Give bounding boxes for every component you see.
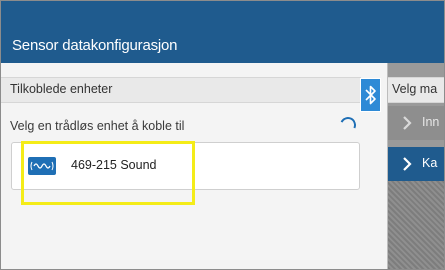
bluetooth-icon: [365, 85, 376, 105]
nav-item-ka[interactable]: Ka: [388, 147, 444, 181]
device-name: 469-215 Sound: [71, 158, 157, 172]
nav-item-inn[interactable]: Inn: [388, 106, 444, 140]
chevron-right-icon: [403, 116, 412, 130]
selection-panel-header: Velg ma: [388, 77, 444, 103]
nav-item-label: Inn: [422, 115, 440, 129]
nav-item-label: Ka: [422, 156, 438, 170]
connected-devices-header: Tilkoblede enheter: [1, 77, 361, 103]
title-bar: Sensor datakonfigurasjon: [1, 1, 444, 63]
select-device-prompt: Velg en trådløs enhet å koble til: [1, 114, 361, 139]
disabled-area: [388, 181, 444, 269]
device-list-item[interactable]: 469-215 Sound: [11, 142, 360, 190]
page-title: Sensor datakonfigurasjon: [12, 37, 178, 54]
bluetooth-tab[interactable]: [360, 78, 381, 112]
app-window: Sensor datakonfigurasjon Tilkoblede enhe…: [0, 0, 445, 270]
connected-devices-header-label: Tilkoblede enheter: [10, 82, 113, 96]
selection-panel-header-label: Velg ma: [392, 82, 438, 96]
loading-spinner-icon: [337, 114, 359, 136]
selection-panel: Velg ma Inn Ka: [387, 63, 444, 269]
select-device-prompt-label: Velg en trådløs enhet å koble til: [10, 119, 185, 133]
sound-sensor-icon: [28, 157, 56, 175]
connected-devices-panel: Tilkoblede enheter Velg en trådløs enhet…: [1, 63, 361, 269]
chevron-right-icon: [403, 157, 412, 171]
